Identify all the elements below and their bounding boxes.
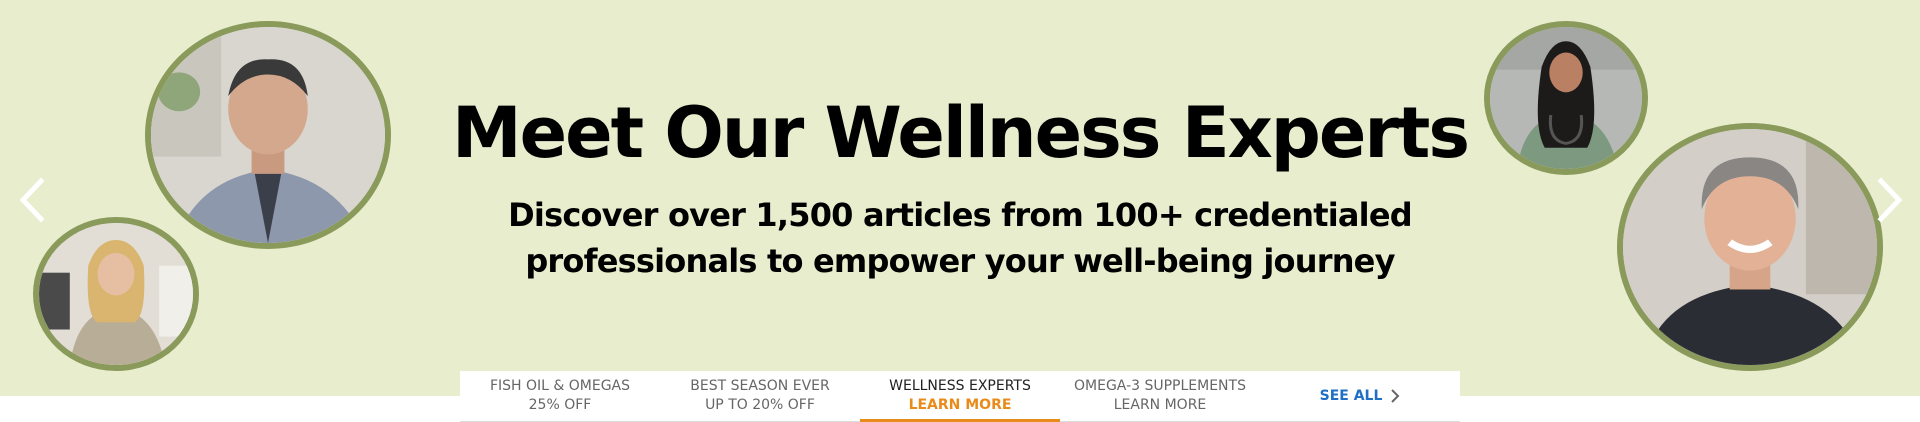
carousel-next-button[interactable]	[1870, 172, 1910, 228]
tab-label: OMEGA-3 SUPPLEMENTS	[1074, 378, 1246, 394]
carousel-prev-button[interactable]	[12, 172, 52, 228]
tab-label: FISH OIL & OMEGAS	[489, 378, 631, 394]
tab-best-season-ever[interactable]: BEST SEASON EVER UP TO 20% OFF	[660, 371, 860, 421]
chevron-right-icon	[1391, 389, 1400, 403]
tab-wellness-experts[interactable]: WELLNESS EXPERTS LEARN MORE	[860, 371, 1060, 422]
tab-sublabel: 25% OFF	[528, 397, 592, 413]
tab-label: WELLNESS EXPERTS	[889, 378, 1031, 394]
tab-sublabel: LEARN MORE	[908, 397, 1012, 413]
tab-sublabel: UP TO 20% OFF	[705, 397, 815, 413]
tab-label: BEST SEASON EVER	[690, 378, 830, 394]
hero-subtitle: Discover over 1,500 articles from 100+ c…	[460, 192, 1460, 284]
expert-photo-woman-kitchen[interactable]	[33, 217, 199, 371]
hero-banner: Meet Our Wellness Experts Discover over …	[0, 0, 1920, 396]
tab-fish-oil-omegas[interactable]: FISH OIL & OMEGAS 25% OFF	[460, 371, 660, 421]
hero-title: Meet Our Wellness Experts	[451, 92, 1470, 174]
tab-sublabel: LEARN MORE	[1113, 397, 1207, 413]
promo-tabs: FISH OIL & OMEGAS 25% OFF BEST SEASON EV…	[460, 371, 1460, 422]
tab-omega-3-supplements[interactable]: OMEGA-3 SUPPLEMENTS LEARN MORE	[1060, 371, 1260, 421]
hero-subtitle-line-2: professionals to empower your well-being…	[525, 242, 1395, 280]
chevron-right-icon	[1877, 177, 1903, 223]
hero-subtitle-line-1: Discover over 1,500 articles from 100+ c…	[508, 196, 1413, 234]
chevron-left-icon	[19, 177, 45, 223]
see-all-label: SEE ALL	[1319, 388, 1383, 404]
see-all-link[interactable]: SEE ALL	[1260, 371, 1460, 421]
